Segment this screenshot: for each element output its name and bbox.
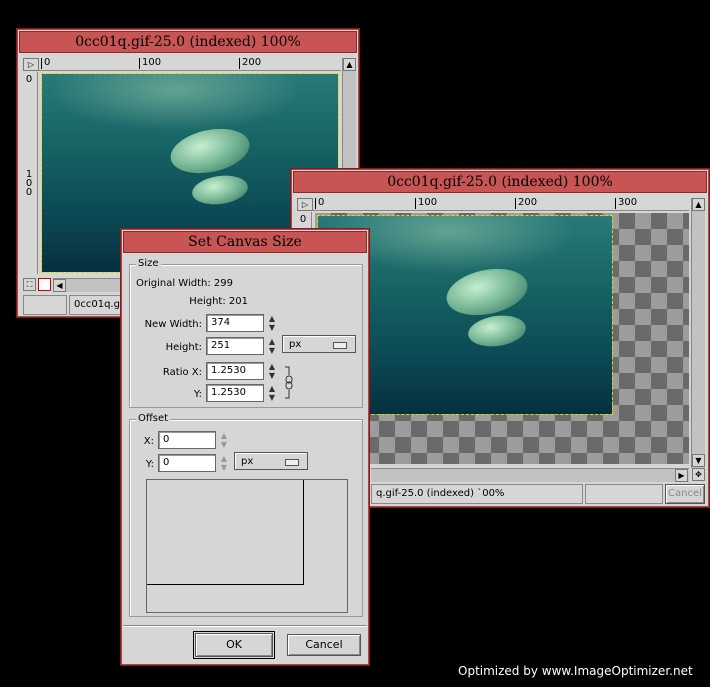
navigation-cross-icon[interactable]: ✥ — [692, 468, 705, 481]
watermark-text: Optimized by www.ImageOptimizer.net — [458, 664, 693, 678]
offset-group: Offset X: 0 ▲ ▼ Y: 0 ▲ ▼ px — [129, 413, 363, 617]
navigate-icon[interactable]: ⛶ — [23, 278, 36, 291]
scroll-down-arrow-icon[interactable]: ▼ — [692, 454, 705, 467]
horizontal-scrollbar-front[interactable]: ▶ — [371, 468, 689, 482]
vertical-ruler-back: 0 1 0 0 — [23, 72, 38, 274]
ok-button[interactable]: OK — [193, 631, 275, 659]
ruler-label: 100 — [415, 198, 437, 209]
window-title-front[interactable]: 0cc01q.gif-25.0 (indexed) 100% — [293, 171, 707, 193]
ratio-x-label: Ratio X: — [162, 367, 202, 378]
offset-preview-frame — [147, 480, 304, 585]
vruler-label: 0 — [25, 187, 33, 198]
ratio-y-label: Y: — [193, 389, 202, 400]
set-canvas-size-dialog: Set Canvas Size Size Original Width: 299… — [120, 228, 370, 666]
cancel-button-front[interactable]: Cancel — [665, 484, 705, 504]
ruler-label: 100 — [139, 58, 161, 69]
vertical-scrollbar-front[interactable]: ▲ ▼ — [691, 198, 705, 468]
offset-y-label: Y: — [145, 459, 154, 470]
original-height-label: Height: 201 — [189, 296, 248, 307]
ratio-x-input[interactable]: 1.2530 — [206, 362, 264, 380]
vruler-label: 0 — [299, 214, 307, 225]
offset-unit-select[interactable]: px — [234, 452, 308, 470]
offset-x-input[interactable]: 0 — [158, 431, 216, 449]
size-group-label: Size — [136, 258, 161, 269]
ruler-origin-button[interactable]: ▷ — [23, 58, 39, 71]
cancel-button[interactable]: Cancel — [287, 634, 361, 656]
status-bar-left-back — [23, 295, 67, 315]
scroll-left-arrow-icon[interactable]: ◀ — [53, 279, 66, 292]
height-spin-icon[interactable]: ▲ ▼ — [267, 337, 277, 355]
scroll-right-arrow-icon[interactable]: ▶ — [675, 469, 688, 482]
size-group: Size Original Width: 299 Height: 201 New… — [129, 258, 363, 408]
offset-preview-area[interactable] — [146, 479, 348, 613]
new-width-label: New Width: — [144, 319, 202, 330]
scroll-up-arrow-icon[interactable]: ▲ — [343, 58, 356, 71]
offset-group-label: Offset — [136, 413, 171, 424]
quickmask-icon[interactable] — [38, 278, 51, 291]
dropdown-indicator-icon — [285, 459, 299, 466]
dialog-separator — [123, 625, 367, 626]
ruler-label: 0 — [41, 58, 50, 69]
ruler-origin-button[interactable]: ▷ — [297, 198, 313, 211]
offset-x-spin-icon[interactable]: ▲ ▼ — [219, 431, 229, 449]
offset-y-input[interactable]: 0 — [158, 454, 216, 472]
ruler-label: 0 — [315, 198, 324, 209]
progress-bar-front — [585, 484, 663, 504]
dropdown-indicator-icon — [333, 342, 347, 349]
horizontal-scrollbar-back[interactable]: ◀ — [53, 278, 125, 292]
chain-link-icon[interactable] — [284, 365, 294, 401]
ratio-y-input[interactable]: 1.2530 — [206, 384, 264, 402]
scroll-up-arrow-icon[interactable]: ▲ — [692, 198, 705, 211]
status-bar-front: q.gif-25.0 (indexed) `00% — [371, 484, 583, 504]
ratio-x-spin-icon[interactable]: ▲ ▼ — [267, 362, 277, 380]
offset-y-spin-icon[interactable]: ▲ ▼ — [219, 454, 229, 472]
offset-x-label: X: — [143, 436, 154, 447]
new-width-spin-icon[interactable]: ▲ ▼ — [267, 314, 277, 332]
ruler-label: 300 — [615, 198, 637, 209]
new-width-input[interactable]: 374 — [206, 314, 264, 332]
height-label: Height: — [165, 342, 202, 353]
ratio-y-spin-icon[interactable]: ▲ ▼ — [267, 384, 277, 402]
offset-unit-value: px — [241, 456, 254, 467]
dialog-title[interactable]: Set Canvas Size — [123, 231, 367, 253]
window-title-back[interactable]: 0cc01q.gif-25.0 (indexed) 100% — [19, 31, 357, 53]
height-input[interactable]: 251 — [206, 337, 264, 355]
size-unit-select[interactable]: px — [282, 335, 356, 353]
size-unit-value: px — [289, 339, 302, 350]
ruler-label: 200 — [515, 198, 537, 209]
horizontal-ruler-back: 0 100 200 — [39, 58, 341, 71]
ruler-label: 200 — [239, 58, 261, 69]
horizontal-ruler-front: 0 100 200 300 — [313, 198, 689, 211]
original-width-label: Original Width: 299 — [136, 278, 233, 289]
vruler-label: 0 — [25, 74, 33, 85]
status-bar-back: 0cc01q.gif- — [69, 295, 127, 315]
